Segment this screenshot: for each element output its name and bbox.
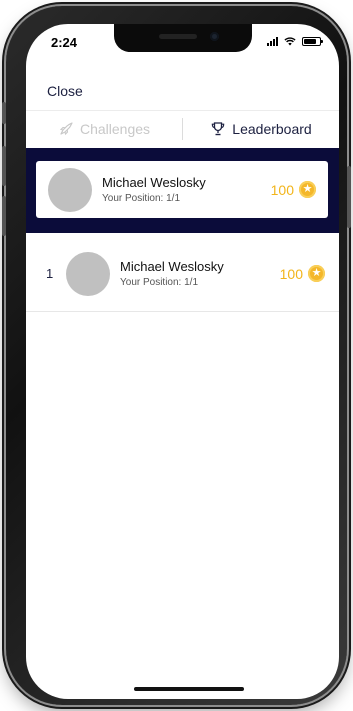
avatar (48, 167, 92, 212)
close-button[interactable]: Close (47, 83, 83, 99)
cellular-signal-icon (267, 37, 278, 46)
user-name: Michael Weslosky (120, 259, 224, 274)
user-score: 100 ★ (280, 265, 325, 282)
rocket-icon (59, 122, 73, 136)
status-time: 2:24 (51, 35, 78, 50)
tab-leaderboard-label: Leaderboard (232, 121, 312, 137)
tab-challenges[interactable]: Challenges (26, 111, 182, 147)
tab-bar: Challenges Leaderboard (26, 111, 339, 147)
user-position: Your Position: 1/1 (120, 277, 199, 288)
user-name: Michael Weslosky (102, 175, 206, 190)
battery-icon (302, 37, 323, 46)
wifi-icon (284, 37, 296, 46)
rank-number: 1 (46, 266, 54, 281)
avatar (66, 251, 110, 296)
current-user-card[interactable]: Michael Weslosky Your Position: 1/1 100 … (36, 161, 328, 218)
leaderboard-row[interactable]: 1 Michael Weslosky Your Position: 1/1 10… (26, 236, 339, 312)
star-coin-icon: ★ (299, 181, 316, 198)
status-icons (267, 37, 323, 46)
home-indicator[interactable] (134, 687, 244, 691)
star-coin-icon: ★ (308, 265, 325, 282)
phone-frame: 2:24 Close Challenges Leaderboard Michae… (2, 6, 351, 705)
current-user-band: Michael Weslosky Your Position: 1/1 100 … (26, 148, 339, 233)
silent-switch (2, 102, 6, 124)
power-button (347, 166, 351, 228)
trophy-icon (212, 122, 225, 136)
volume-down-button (2, 196, 6, 236)
status-bar: 2:24 (26, 24, 339, 58)
tab-challenges-label: Challenges (79, 121, 151, 137)
user-info: Michael Weslosky Your Position: 1/1 (120, 259, 280, 288)
user-info: Michael Weslosky Your Position: 1/1 (102, 175, 271, 204)
tab-leaderboard[interactable]: Leaderboard (183, 111, 339, 147)
score-value: 100 (270, 181, 294, 198)
volume-up-button (2, 146, 6, 186)
user-position: Your Position: 1/1 (102, 193, 181, 204)
user-score: 100 ★ (271, 181, 316, 198)
app-screen: 2:24 Close Challenges Leaderboard Michae… (26, 24, 339, 699)
score-value: 100 (279, 265, 303, 282)
